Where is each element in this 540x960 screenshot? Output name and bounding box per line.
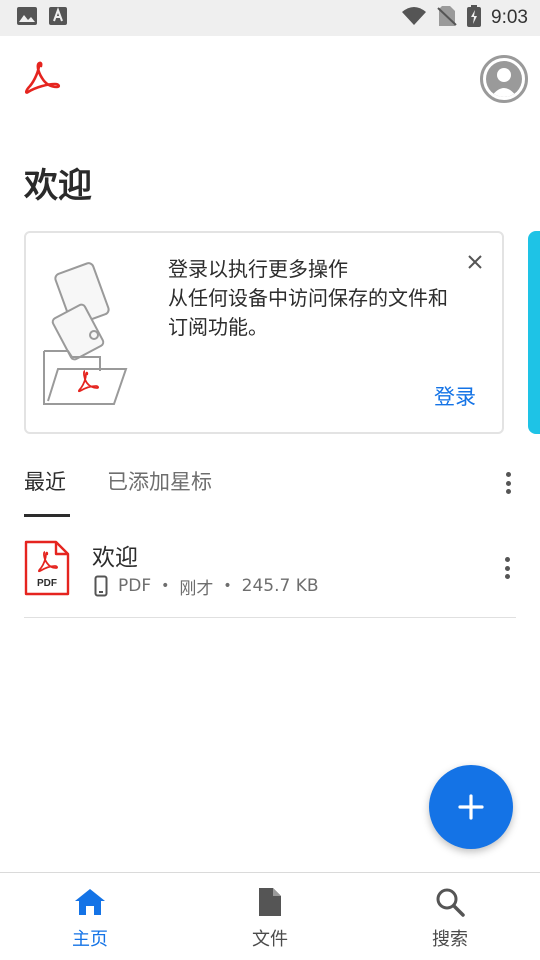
signin-message-line: 登录以执行更多操作 <box>168 257 348 281</box>
nav-files[interactable]: 文件 <box>210 887 330 951</box>
close-icon[interactable] <box>462 249 488 275</box>
signin-message-line: 订阅功能。 <box>168 315 268 339</box>
file-icon <box>256 887 284 921</box>
edge-panel-handle[interactable] <box>528 231 540 434</box>
folder-documents-icon <box>40 259 130 409</box>
active-tab-indicator <box>24 514 70 517</box>
battery-charging-icon <box>467 5 482 31</box>
status-time: 9:03 <box>491 7 528 28</box>
signin-message: 登录以执行更多操作 从任何设备中访问保存的文件和 订阅功能。 <box>168 255 498 342</box>
acrobat-logo-icon <box>22 60 62 96</box>
row-divider <box>24 617 516 618</box>
tab-recent[interactable]: 最近 <box>24 466 66 496</box>
no-sim-icon <box>437 5 457 31</box>
nav-search-label: 搜索 <box>432 929 468 950</box>
page-title: 欢迎 <box>24 166 92 206</box>
font-icon <box>48 6 68 30</box>
plus-icon <box>458 794 484 820</box>
phone-device-icon <box>94 575 108 597</box>
tab-starred[interactable]: 已添加星标 <box>107 466 212 496</box>
pdf-file-icon: PDF <box>24 540 70 596</box>
bottom-navigation: 主页 文件 搜索 <box>0 872 540 960</box>
signin-message-line: 从任何设备中访问保存的文件和 <box>168 286 448 310</box>
file-type: PDF <box>118 576 152 596</box>
file-name[interactable]: 欢迎 <box>92 538 138 572</box>
nav-search[interactable]: 搜索 <box>390 887 510 951</box>
file-size: 245.7 KB <box>241 576 319 596</box>
file-time: 刚才 <box>179 578 214 599</box>
status-bar: 9:03 <box>0 0 540 36</box>
meta-separator: • <box>161 578 170 594</box>
nav-files-label: 文件 <box>252 929 288 950</box>
nav-home-label: 主页 <box>72 929 108 950</box>
create-fab-button[interactable] <box>429 765 513 849</box>
image-icon <box>16 6 38 30</box>
home-icon <box>73 887 107 921</box>
pdf-file-icon-label: PDF <box>37 578 57 589</box>
file-meta: PDF • 刚才 • 245.7 KB <box>92 574 319 599</box>
nav-home[interactable]: 主页 <box>30 887 150 951</box>
search-icon <box>435 887 465 921</box>
user-avatar-icon[interactable] <box>480 55 528 103</box>
signin-card: 登录以执行更多操作 从任何设备中访问保存的文件和 订阅功能。 登录 <box>24 231 504 434</box>
file-more-options-icon[interactable] <box>500 554 514 582</box>
meta-separator: • <box>223 578 232 594</box>
wifi-icon <box>401 6 427 30</box>
signin-button[interactable]: 登录 <box>434 381 476 411</box>
more-options-icon[interactable] <box>501 469 515 497</box>
